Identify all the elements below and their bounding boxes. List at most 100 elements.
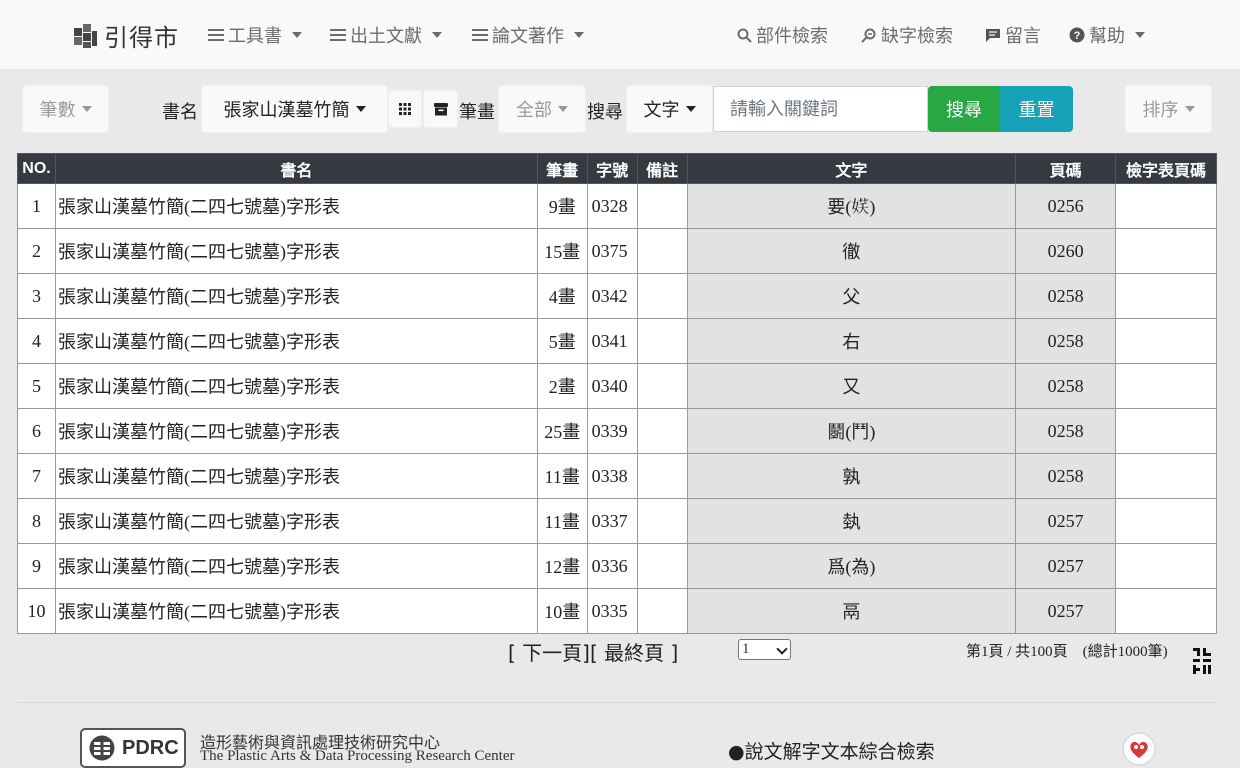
cell-page[interactable]: 0258 bbox=[1015, 318, 1117, 364]
chevron-down-icon bbox=[776, 643, 788, 655]
column-header-note[interactable]: 備註 bbox=[636, 153, 688, 184]
cell-page[interactable]: 0257 bbox=[1015, 543, 1117, 589]
cell-index-page bbox=[1115, 588, 1217, 634]
qrcode-icon[interactable] bbox=[1193, 648, 1211, 674]
shuowen-search-link[interactable]: ●說文解字文本綜合檢索 bbox=[728, 737, 935, 764]
page-select[interactable]: 1 bbox=[738, 639, 791, 660]
cell-page[interactable]: 0258 bbox=[1015, 273, 1117, 319]
cell-book: 張家山漢墓竹簡(二四七號墓)字形表 bbox=[54, 273, 538, 319]
cell-book: 張家山漢墓竹簡(二四七號墓)字形表 bbox=[54, 453, 538, 499]
cell-char[interactable]: 鬭(鬥) bbox=[686, 408, 1017, 454]
nav-component-search[interactable]: 部件檢索 bbox=[737, 22, 828, 48]
cell-index-page bbox=[1115, 453, 1217, 499]
table-row[interactable]: 10 張家山漢墓竹簡(二四七號墓)字形表 10畫 0335 鬲 0257 bbox=[17, 588, 1217, 634]
search-button[interactable]: 搜尋 bbox=[928, 86, 1000, 132]
divider bbox=[17, 702, 1217, 703]
menu-icon bbox=[330, 29, 346, 41]
cell-note bbox=[636, 318, 688, 364]
search-type-dropdown[interactable]: 文字 bbox=[626, 85, 713, 133]
cell-page[interactable]: 0257 bbox=[1015, 498, 1117, 544]
column-header-index-page[interactable]: 檢字表頁碼 bbox=[1115, 153, 1217, 184]
accessibility-badge-icon bbox=[1130, 741, 1148, 758]
cell-page[interactable]: 0258 bbox=[1015, 363, 1117, 409]
table-row[interactable]: 8 張家山漢墓竹簡(二四七號墓)字形表 11畫 0337 埶 0257 bbox=[17, 498, 1217, 544]
brand-link[interactable]: 引得市 bbox=[72, 18, 179, 53]
cell-no: 7 bbox=[17, 453, 56, 499]
table-row[interactable]: 4 張家山漢墓竹簡(二四七號墓)字形表 5畫 0341 右 0258 bbox=[17, 318, 1217, 364]
book-label: 書名 bbox=[162, 102, 198, 123]
column-header-page[interactable]: 頁碼 bbox=[1015, 153, 1117, 184]
pdrc-logo[interactable]: PDRC bbox=[80, 728, 186, 768]
cell-char[interactable]: 又 bbox=[686, 363, 1017, 409]
cell-char[interactable]: 孰 bbox=[686, 453, 1017, 499]
nav-missing-char-search[interactable]: 缺字檢索 bbox=[861, 22, 953, 48]
cell-book: 張家山漢墓竹簡(二四七號墓)字形表 bbox=[54, 408, 538, 454]
search-input[interactable] bbox=[713, 86, 928, 132]
cell-index-page bbox=[1115, 183, 1217, 229]
cell-no: 2 bbox=[17, 228, 56, 274]
nav-message[interactable]: 留言 bbox=[985, 22, 1041, 48]
nav-component-search-label: 部件檢索 bbox=[756, 26, 828, 47]
nav-message-label: 留言 bbox=[1005, 26, 1041, 47]
stroke-dropdown[interactable]: 全部 bbox=[498, 85, 586, 133]
column-header-strokes[interactable]: 筆畫 bbox=[536, 153, 588, 184]
column-header-code[interactable]: 字號 bbox=[586, 153, 638, 184]
cell-note bbox=[636, 228, 688, 274]
table-row[interactable]: 7 張家山漢墓竹簡(二四七號墓)字形表 11畫 0338 孰 0258 bbox=[17, 453, 1217, 499]
brand-logo-icon bbox=[74, 23, 97, 48]
cell-page[interactable]: 0260 bbox=[1015, 228, 1117, 274]
cell-page[interactable]: 0256 bbox=[1015, 183, 1117, 229]
cell-char[interactable]: 要(𡝩) bbox=[686, 183, 1017, 229]
reset-button[interactable]: 重置 bbox=[1000, 86, 1073, 132]
book-dropdown[interactable]: 張家山漢墓竹簡 bbox=[201, 85, 388, 133]
cell-no: 6 bbox=[17, 408, 56, 454]
last-page-link[interactable]: [ 最終頁 ] bbox=[590, 641, 678, 665]
nav-menu-excavated[interactable]: 出土文獻 bbox=[330, 22, 442, 48]
table-row[interactable]: 1 張家山漢墓竹簡(二四七號墓)字形表 9畫 0328 要(𡝩) 0256 bbox=[17, 183, 1217, 229]
nav-menu-papers-label: 論文著作 bbox=[492, 26, 564, 47]
cell-note bbox=[636, 363, 688, 409]
next-page-link[interactable]: [ 下一頁] bbox=[508, 641, 590, 665]
table-row[interactable]: 5 張家山漢墓竹簡(二四七號墓)字形表 2畫 0340 又 0258 bbox=[17, 363, 1217, 409]
nav-menu-papers[interactable]: 論文著作 bbox=[472, 22, 584, 48]
cell-index-page bbox=[1115, 228, 1217, 274]
search-icon bbox=[737, 28, 752, 43]
table-row[interactable]: 9 張家山漢墓竹簡(二四七號墓)字形表 12畫 0336 爲(為) 0257 bbox=[17, 543, 1217, 589]
menu-icon bbox=[208, 29, 224, 41]
page-info: 第1頁 / 共100頁 (總計1000筆) bbox=[966, 644, 1168, 660]
cell-strokes: 12畫 bbox=[536, 543, 588, 589]
accessibility-badge[interactable] bbox=[1122, 732, 1156, 766]
column-header-no[interactable]: NO. bbox=[17, 153, 56, 184]
column-header-char[interactable]: 文字 bbox=[686, 153, 1017, 184]
cell-code: 0338 bbox=[586, 453, 638, 499]
cell-book: 張家山漢墓竹簡(二四七號墓)字形表 bbox=[54, 318, 538, 364]
nav-menu-tools[interactable]: 工具書 bbox=[208, 22, 302, 48]
table-row[interactable]: 2 張家山漢墓竹簡(二四七號墓)字形表 15畫 0375 徹 0260 bbox=[17, 228, 1217, 274]
cell-char[interactable]: 爲(為) bbox=[686, 543, 1017, 589]
strokes-count-dropdown[interactable]: 筆數 bbox=[22, 85, 109, 133]
cell-index-page bbox=[1115, 318, 1217, 364]
strokes-count-label: 筆數 bbox=[39, 100, 76, 121]
table-row[interactable]: 3 張家山漢墓竹簡(二四七號墓)字形表 4畫 0342 父 0258 bbox=[17, 273, 1217, 319]
cell-page[interactable]: 0258 bbox=[1015, 453, 1117, 499]
cell-no: 5 bbox=[17, 363, 56, 409]
table-row[interactable]: 6 張家山漢墓竹簡(二四七號墓)字形表 25畫 0339 鬭(鬥) 0258 bbox=[17, 408, 1217, 454]
cell-page[interactable]: 0257 bbox=[1015, 588, 1117, 634]
sort-dropdown[interactable]: 排序 bbox=[1125, 85, 1212, 133]
cell-strokes: 11畫 bbox=[536, 498, 588, 544]
cell-char[interactable]: 右 bbox=[686, 318, 1017, 364]
cell-code: 0336 bbox=[586, 543, 638, 589]
nav-missing-char-search-label: 缺字檢索 bbox=[881, 26, 953, 47]
column-header-book[interactable]: 書名 bbox=[54, 153, 538, 184]
cell-char[interactable]: 父 bbox=[686, 273, 1017, 319]
cell-char[interactable]: 埶 bbox=[686, 498, 1017, 544]
cell-char[interactable]: 徹 bbox=[686, 228, 1017, 274]
chevron-down-icon bbox=[355, 106, 366, 112]
grid-view-button[interactable] bbox=[388, 90, 422, 128]
cell-char[interactable]: 鬲 bbox=[686, 588, 1017, 634]
cell-page[interactable]: 0258 bbox=[1015, 408, 1117, 454]
cell-code: 0375 bbox=[586, 228, 638, 274]
nav-help[interactable]: ? 幫助 bbox=[1069, 22, 1145, 48]
archive-button[interactable] bbox=[423, 90, 458, 128]
chevron-down-icon bbox=[1184, 106, 1195, 112]
